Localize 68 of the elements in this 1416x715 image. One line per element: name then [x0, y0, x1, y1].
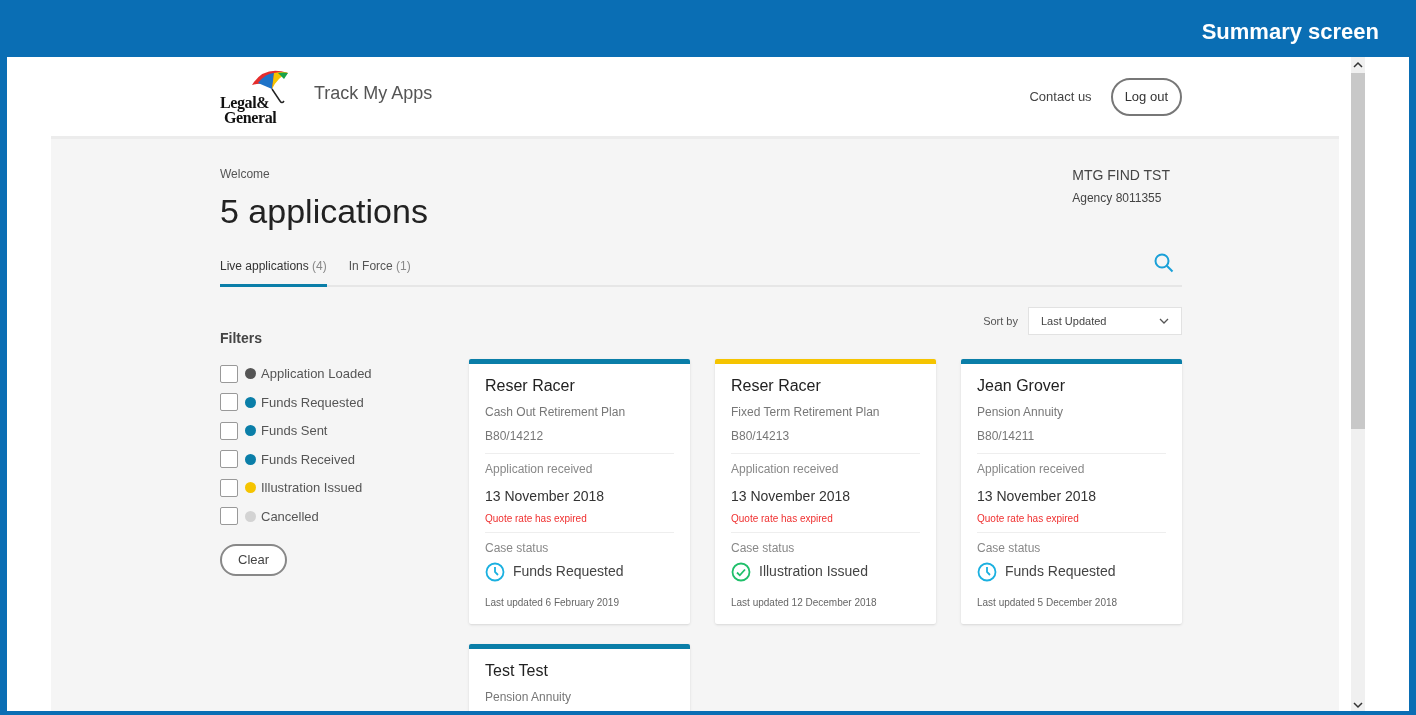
chevron-up-icon[interactable] — [1353, 61, 1363, 69]
logout-button[interactable]: Log out — [1110, 77, 1182, 116]
applicant-name: Reser Racer — [731, 376, 822, 396]
filter-label: Application Loaded — [261, 365, 372, 383]
field-label: Case status — [977, 540, 1042, 557]
plan-name: Pension Annuity — [485, 689, 573, 706]
applicant-name: Test Test — [485, 661, 549, 681]
last-updated: Last updated 12 December 2018 — [731, 596, 878, 610]
checkbox[interactable] — [220, 421, 238, 440]
chevron-down-icon — [1159, 318, 1169, 324]
welcome-text: Welcome — [220, 166, 271, 183]
filter-label: Funds Requested — [261, 393, 364, 412]
last-updated: Last updated 6 February 2019 — [485, 596, 620, 610]
filter-label: Illustration Issued — [261, 479, 363, 497]
filters-heading: Filters — [220, 329, 263, 348]
warning-text: Quote rate has expired — [977, 512, 1080, 526]
search-icon[interactable] — [1154, 253, 1174, 273]
clock-icon — [485, 561, 505, 582]
field-label: Application received — [485, 461, 594, 478]
field-label: Application received — [731, 461, 840, 478]
application-card[interactable]: Test Test Pension Annuity — [469, 644, 690, 711]
last-updated: Last updated 5 December 2018 — [977, 596, 1119, 610]
account-name: MTG FIND TST — [1072, 166, 1170, 185]
reference-number: B80/14211 — [977, 428, 1036, 445]
applicant-name: Reser Racer — [485, 376, 576, 396]
case-status: Illustration Issued — [759, 562, 868, 581]
logo: Legal& General — [220, 68, 290, 125]
sort-dropdown[interactable]: Last Updated — [1028, 307, 1182, 335]
chevron-down-icon[interactable] — [1353, 701, 1363, 709]
check-circle-icon — [731, 561, 751, 582]
received-date: 13 November 2018 — [731, 487, 852, 506]
filter-label: Cancelled — [261, 507, 319, 526]
banner-title: Summary screen — [1201, 17, 1379, 46]
received-date: 13 November 2018 — [977, 487, 1098, 506]
checkbox[interactable] — [220, 507, 238, 526]
app-title: Track My Apps — [314, 82, 433, 105]
case-status: Funds Requested — [1005, 562, 1116, 581]
application-card[interactable]: Jean Grover Pension Annuity B80/14211 Application received 13 November 2018 Quote rate has expired Case status Funds Requested Last updated 5 December 2018 — [961, 359, 1182, 624]
sort-label: Sort by — [983, 313, 1018, 329]
field-label: Case status — [485, 540, 550, 557]
reference-number: B80/14213 — [731, 428, 791, 445]
warning-text: Quote rate has expired — [731, 512, 834, 526]
page-heading: 5 applications — [220, 191, 428, 231]
plan-name: Cash Out Retirement Plan — [485, 404, 627, 421]
reference-number: B80/14212 — [485, 428, 545, 445]
checkbox[interactable] — [220, 364, 238, 383]
checkbox[interactable] — [220, 393, 238, 412]
case-status: Funds Requested — [513, 562, 624, 581]
received-date: 13 November 2018 — [485, 487, 606, 506]
field-label: Application received — [977, 461, 1086, 478]
clock-icon — [977, 561, 997, 582]
checkbox[interactable] — [220, 450, 238, 469]
plan-name: Fixed Term Retirement Plan — [731, 404, 881, 421]
contact-link[interactable]: Contact us — [1029, 86, 1092, 107]
tab[interactable]: Live applications (4) — [220, 257, 327, 287]
clear-button[interactable]: Clear — [220, 544, 288, 576]
scrollbar[interactable] — [1351, 57, 1365, 711]
application-card[interactable]: Reser Racer Cash Out Retirement Plan B80/14212 Application received 13 November 2018 Quote rate has expired Case status Funds Requested Last updated 6 February 2019 — [469, 359, 690, 624]
checkbox[interactable] — [220, 478, 238, 497]
application-card[interactable]: Reser Racer Fixed Term Retirement Plan B80/14213 Application received 13 November 2018 Quote rate has expired Case status Illustration Issued Last updated 12 December 2018 — [715, 359, 936, 624]
plan-name: Pension Annuity — [977, 404, 1065, 421]
filter-label: Funds Received — [261, 450, 355, 469]
field-label: Case status — [731, 540, 796, 557]
warning-text: Quote rate has expired — [485, 512, 588, 526]
tab[interactable]: In Force (1) — [348, 257, 411, 287]
filter-label: Funds Sent — [261, 422, 328, 440]
agency-number: Agency 8011355 — [1072, 190, 1162, 207]
applicant-name: Jean Grover — [977, 376, 1067, 396]
